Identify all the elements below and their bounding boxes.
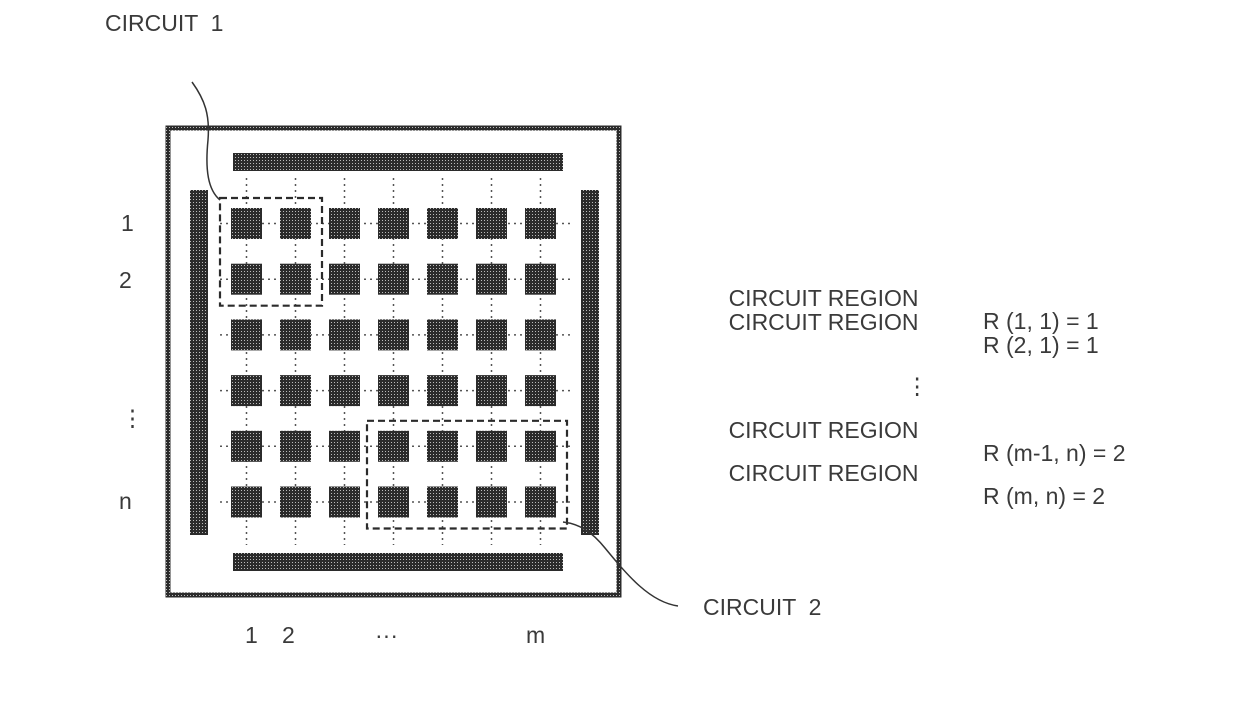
chip-diagram <box>165 81 679 607</box>
row-label-2: 2 <box>119 267 132 293</box>
circuit-cell <box>329 263 360 295</box>
circuit-cell <box>231 208 262 239</box>
col-label-2: 2 <box>282 622 295 648</box>
row-label-ellipsis: ⋮ <box>121 405 144 431</box>
circuit-cell <box>525 208 556 239</box>
circuit-cell <box>231 430 262 462</box>
col-label-m: m <box>526 622 546 648</box>
region-entry-expr: R (2, 1) = 1 <box>983 332 1099 358</box>
circuit-cell <box>378 375 409 407</box>
right-bar <box>581 190 599 535</box>
circuit-cell <box>280 375 311 407</box>
region-entry-label: CIRCUIT REGION <box>728 309 919 335</box>
circuit-cell <box>427 430 458 462</box>
circuit-cell <box>525 486 556 518</box>
circuit-cell <box>476 208 507 239</box>
circuit-cell <box>476 430 507 462</box>
region-entry: CIRCUIT REGION R (m, n) = 2 <box>703 439 1106 531</box>
circuit-cell <box>476 375 507 407</box>
circuit-cell <box>476 263 507 295</box>
region-entry-label: CIRCUIT REGION <box>728 460 919 486</box>
circuit-cell <box>280 319 311 351</box>
circuit-cell <box>280 430 311 462</box>
circuit-cell <box>476 319 507 351</box>
circuit-cell <box>329 430 360 462</box>
circuit-cell-array <box>231 208 556 518</box>
circuit-cell <box>525 375 556 407</box>
circuit-cell <box>427 263 458 295</box>
circuit-cell <box>427 375 458 407</box>
circuit1-leader-line <box>191 81 221 201</box>
circuit-cell <box>280 263 311 295</box>
region-entry-expr: R (1, 1) = 1 <box>983 308 1099 334</box>
left-bar <box>190 190 208 535</box>
circuit-cell <box>378 263 409 295</box>
circuit1-label: CIRCUIT 1 <box>105 10 224 36</box>
circuit-cell <box>231 319 262 351</box>
circuit2-label: CIRCUIT 2 <box>703 594 822 620</box>
circuit-cell <box>280 486 311 518</box>
circuit-cell <box>231 486 262 518</box>
circuit-cell <box>525 430 556 462</box>
circuit-cell <box>280 208 311 239</box>
circuit-cell <box>378 208 409 239</box>
circuit-cell <box>427 208 458 239</box>
top-bar <box>233 153 563 171</box>
circuit-cell <box>427 486 458 518</box>
region-entry-expr: R (m-1, n) = 2 <box>983 440 1126 466</box>
circuit-cell <box>427 319 458 351</box>
circuit-cell <box>329 375 360 407</box>
circuit-cell <box>329 486 360 518</box>
row-label-1: 1 <box>121 210 134 236</box>
row-label-n: n <box>119 488 132 514</box>
circuit-cell <box>525 319 556 351</box>
circuit-cell <box>231 263 262 295</box>
circuit-cell <box>378 486 409 518</box>
circuit-cell <box>329 319 360 351</box>
col-label-1: 1 <box>245 622 258 648</box>
circuit-cell <box>476 486 507 518</box>
circuit-cell <box>378 319 409 351</box>
circuit-cell <box>378 430 409 462</box>
bottom-bar <box>233 553 563 571</box>
region-entry-expr: R (m, n) = 2 <box>983 483 1106 509</box>
circuit-cell <box>329 208 360 239</box>
circuit-cell <box>525 263 556 295</box>
col-label-ellipsis: ··· <box>375 622 398 648</box>
circuit-cell <box>231 375 262 407</box>
